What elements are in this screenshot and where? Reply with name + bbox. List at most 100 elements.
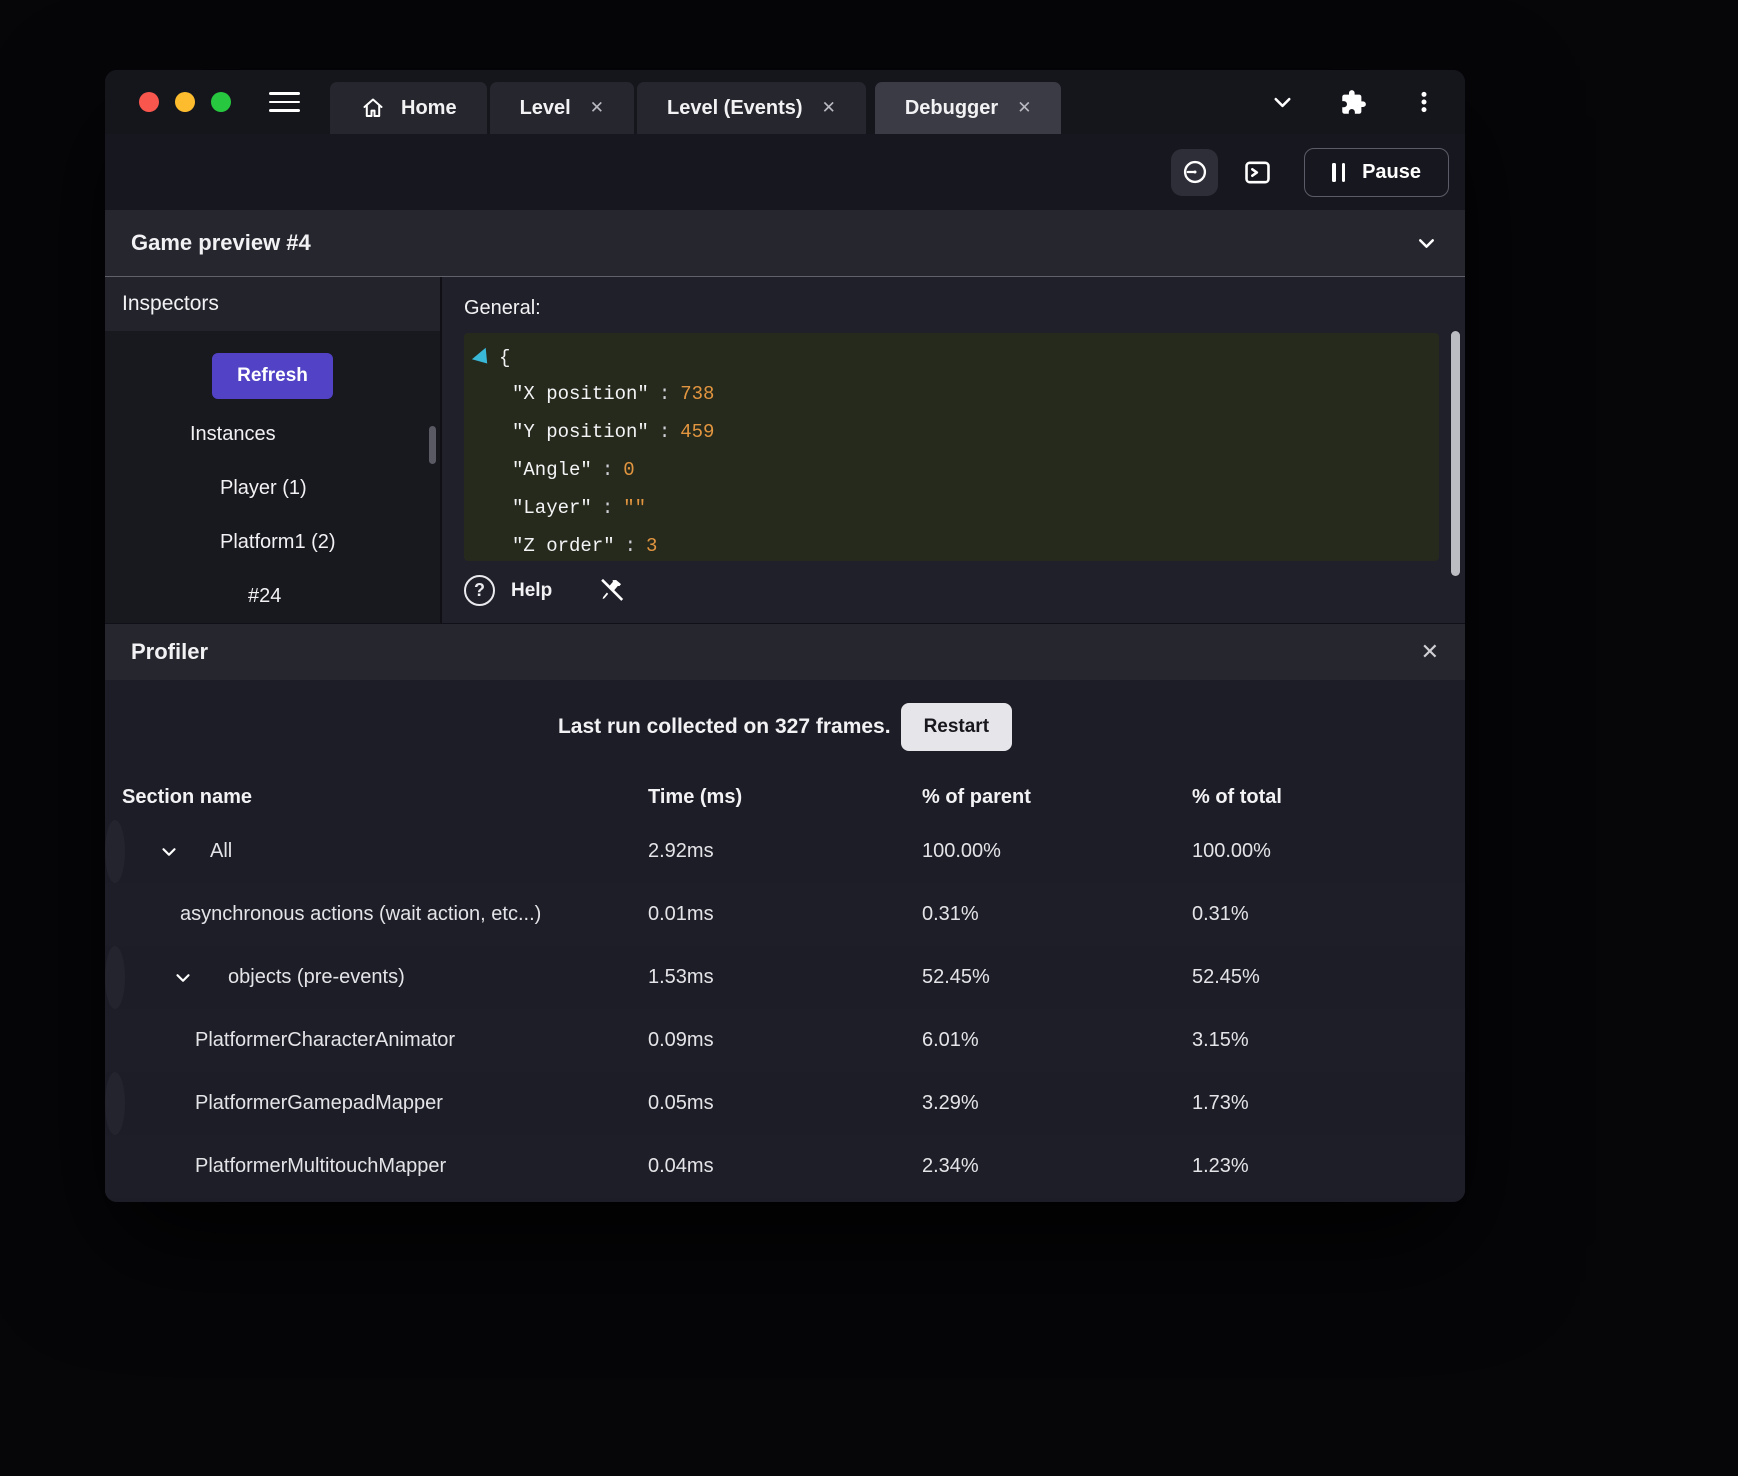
close-tab-icon[interactable]: ✕ bbox=[590, 98, 604, 118]
section-percent-parent: 52.45% bbox=[922, 966, 990, 988]
restart-button[interactable]: Restart bbox=[900, 703, 1013, 751]
column-percent-total: % of total bbox=[1192, 785, 1282, 808]
tree-item-instance-24[interactable]: #24 bbox=[105, 569, 440, 623]
pin-toggle-button[interactable] bbox=[596, 575, 627, 606]
profiler-status-text: Last run collected on 327 frames. bbox=[557, 715, 891, 738]
profiler-row: PlatformerCharacterAnimator 0.09ms 6.01%… bbox=[105, 1009, 1465, 1072]
json-line: "Angle":0 bbox=[512, 459, 635, 481]
general-scrollbar-thumb[interactable] bbox=[1451, 331, 1460, 576]
json-line: "Z order":3 bbox=[512, 535, 658, 557]
column-time: Time (ms) bbox=[648, 785, 743, 808]
desktop-background: Home Level ✕ Level (Events) ✕ Debugger ✕ bbox=[0, 0, 1738, 1476]
game-preview-header: Game preview #4 bbox=[105, 210, 1465, 277]
section-name: PlatformerCharacterAnimator bbox=[195, 1029, 456, 1051]
section-percent-total: 3.15% bbox=[1192, 1029, 1249, 1051]
profiler-row: All 2.92ms 100.00% 100.00% bbox=[105, 820, 1271, 883]
section-name: objects (pre-events) bbox=[228, 966, 405, 988]
tab-level-events[interactable]: Level (Events) ✕ bbox=[636, 82, 866, 134]
section-name: asynchronous actions (wait action, etc..… bbox=[180, 903, 542, 925]
tab-bar: Home Level ✕ Level (Events) ✕ Debugger ✕ bbox=[330, 82, 1062, 134]
json-line: "Layer": "" bbox=[512, 497, 647, 519]
kebab-menu-icon[interactable] bbox=[1411, 89, 1437, 115]
console-button[interactable] bbox=[1236, 151, 1278, 193]
section-percent-parent: 3.29% bbox=[922, 1092, 979, 1114]
section-percent-total: 52.45% bbox=[1192, 966, 1260, 988]
tab-label: Debugger bbox=[904, 96, 999, 119]
close-tab-icon[interactable]: ✕ bbox=[1017, 98, 1031, 118]
json-line: "Y position":459 bbox=[512, 421, 715, 443]
profiler-row: asynchronous actions (wait action, etc..… bbox=[105, 883, 1465, 946]
section-time: 2.92ms bbox=[648, 840, 714, 862]
extensions-puzzle-icon[interactable] bbox=[1340, 89, 1367, 116]
chevron-down-icon[interactable] bbox=[1269, 89, 1296, 116]
debugger-main-split: Inspectors Refresh Instances Player (1) … bbox=[105, 277, 1465, 623]
section-time: 0.09ms bbox=[648, 1029, 714, 1051]
json-line: "X position":738 bbox=[512, 383, 715, 405]
profiler-status-row: Last run collected on 327 frames. Restar… bbox=[105, 680, 1465, 774]
column-section-name: Section name bbox=[122, 785, 253, 808]
profiler-title: Profiler bbox=[131, 639, 209, 664]
general-title: General: bbox=[464, 297, 541, 319]
game-preview-title: Game preview #4 bbox=[131, 230, 311, 255]
tab-debugger[interactable]: Debugger ✕ bbox=[874, 82, 1062, 134]
column-percent-parent: % of parent bbox=[922, 785, 1031, 808]
tree-item-player[interactable]: Player (1) bbox=[105, 461, 440, 515]
section-percent-parent: 0.31% bbox=[922, 903, 979, 925]
profiler-row: objects (pre-events) 1.53ms 52.45% 52.45… bbox=[105, 946, 1260, 1009]
window-controls bbox=[139, 92, 231, 112]
pause-icon bbox=[1332, 162, 1346, 182]
terminal-icon bbox=[1242, 157, 1273, 188]
inspectors-panel-title: Inspectors bbox=[105, 277, 440, 331]
section-name: PlatformerMultitouchMapper bbox=[195, 1155, 447, 1177]
section-name: PlatformerGamepadMapper bbox=[195, 1092, 443, 1114]
help-label: Help bbox=[511, 579, 553, 601]
section-percent-total: 1.23% bbox=[1192, 1155, 1249, 1177]
tab-home[interactable]: Home bbox=[330, 82, 487, 134]
help-button[interactable]: ? Help bbox=[464, 575, 552, 606]
tree-item-instances[interactable]: Instances bbox=[105, 407, 440, 461]
json-viewer: { "X position":738 "Y position":459 "Ang… bbox=[464, 333, 1439, 561]
debugger-toolbar: Pause bbox=[105, 134, 1465, 210]
tree-item-platform1[interactable]: Platform1 (2) bbox=[105, 515, 440, 569]
home-icon bbox=[360, 96, 386, 120]
tab-label: Level bbox=[519, 96, 571, 119]
section-percent-parent: 6.01% bbox=[922, 1029, 979, 1051]
speedometer-button[interactable] bbox=[1171, 148, 1219, 196]
section-time: 0.05ms bbox=[648, 1092, 714, 1114]
inspector-footer: ? Help bbox=[464, 575, 1443, 606]
tab-level[interactable]: Level ✕ bbox=[489, 82, 634, 134]
profiler-table-header: Section name Time (ms) % of parent % of … bbox=[105, 774, 1465, 820]
profiler-row: PlatformerMultitouchMapper 0.04ms 2.34% … bbox=[105, 1135, 1465, 1198]
profiler-body: Last run collected on 327 frames. Restar… bbox=[105, 680, 1465, 1202]
general-panel: General: { "X position":738 "Y position"… bbox=[442, 277, 1465, 623]
inspectors-panel: Inspectors Refresh Instances Player (1) … bbox=[105, 277, 442, 623]
close-window-button[interactable] bbox=[139, 92, 159, 112]
inspectors-scrollbar-thumb[interactable] bbox=[429, 426, 436, 464]
profiler-header: Profiler ✕ bbox=[105, 623, 1465, 680]
collapse-chevron-down-icon[interactable] bbox=[1414, 231, 1439, 256]
close-tab-icon[interactable]: ✕ bbox=[822, 98, 836, 118]
close-profiler-icon[interactable]: ✕ bbox=[1421, 639, 1439, 665]
titlebar-actions bbox=[1269, 70, 1437, 134]
app-window: Home Level ✕ Level (Events) ✕ Debugger ✕ bbox=[105, 70, 1465, 1202]
section-percent-total: 100.00% bbox=[1192, 840, 1271, 862]
pin-off-icon bbox=[598, 578, 624, 604]
zoom-window-button[interactable] bbox=[211, 92, 231, 112]
refresh-button[interactable]: Refresh bbox=[212, 353, 333, 399]
hamburger-menu-icon[interactable] bbox=[269, 92, 300, 112]
collapse-triangle-icon[interactable] bbox=[471, 347, 495, 369]
section-name: All bbox=[210, 840, 233, 862]
section-time: 0.01ms bbox=[648, 903, 714, 925]
section-percent-total: 0.31% bbox=[1192, 903, 1249, 925]
section-time: 0.04ms bbox=[648, 1155, 714, 1177]
json-open-brace: { bbox=[499, 347, 511, 369]
profiler-row: PlatformerGamepadMapper 0.05ms 3.29% 1.7… bbox=[105, 1072, 1249, 1135]
json-root-line: { bbox=[471, 341, 1439, 375]
expand-chevron-down-icon[interactable] bbox=[158, 841, 180, 863]
section-percent-parent: 2.34% bbox=[922, 1155, 979, 1177]
pause-button[interactable]: Pause bbox=[1304, 147, 1449, 197]
minimize-window-button[interactable] bbox=[175, 92, 195, 112]
speedometer-icon bbox=[1181, 158, 1209, 186]
expand-chevron-down-icon[interactable] bbox=[172, 967, 194, 989]
section-percent-parent: 100.00% bbox=[922, 840, 1001, 862]
